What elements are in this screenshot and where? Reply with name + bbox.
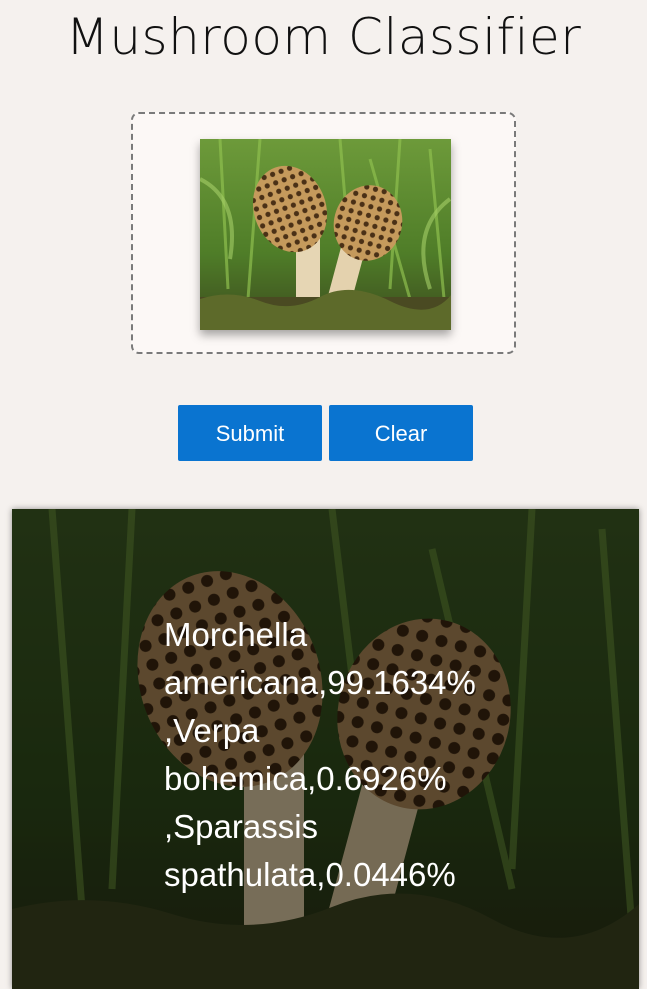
result-line: ,Sparassis (164, 808, 319, 845)
result-line: bohemica,0.6926% (164, 760, 447, 797)
morel-mushroom-image (200, 139, 451, 330)
clear-button[interactable]: Clear (329, 405, 473, 461)
result-line: americana,99.1634% (164, 664, 476, 701)
image-drop-zone[interactable] (131, 112, 516, 354)
result-line: Morchella (164, 616, 308, 653)
result-line: spathulata,0.0446% (164, 856, 456, 893)
submit-button[interactable]: Submit (178, 405, 322, 461)
result-panel: Morchella americana,99.1634% ,Verpa bohe… (12, 509, 639, 989)
uploaded-image-preview (200, 139, 451, 330)
classification-result: Morchella americana,99.1634% ,Verpa bohe… (164, 611, 504, 899)
page-title: Mushroom Classifier (65, 8, 582, 66)
result-line: ,Verpa (164, 712, 260, 749)
